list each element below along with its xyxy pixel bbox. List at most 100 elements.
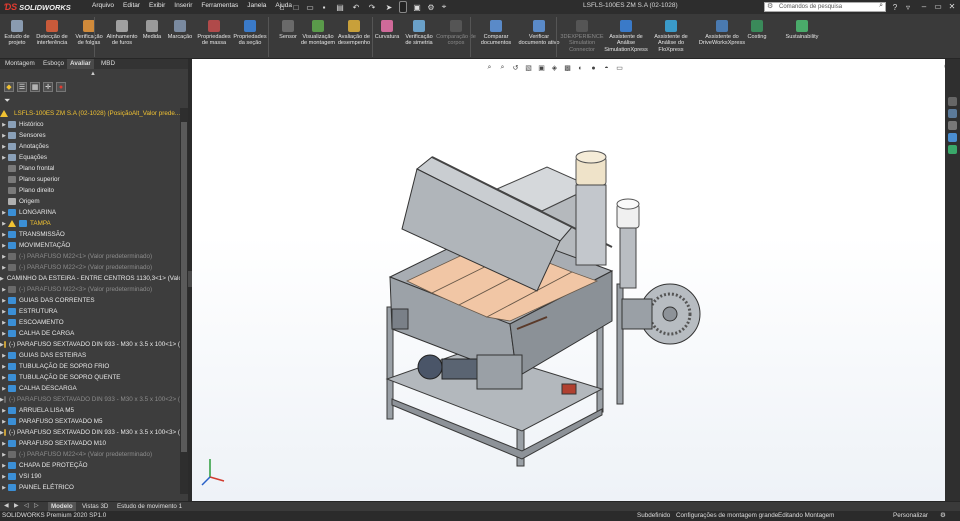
options-gear-icon[interactable]: ⚙ <box>425 1 437 13</box>
command-button-11[interactable]: Curvatura <box>372 20 402 40</box>
new-document-icon[interactable]: □ <box>290 1 302 13</box>
expand-arrow-icon[interactable]: ▶ <box>0 298 8 304</box>
task-pane-appearance-icon[interactable] <box>948 145 957 154</box>
command-button-20[interactable]: Costing <box>742 20 772 40</box>
command-button-1[interactable]: Detecção de interferência <box>32 20 72 47</box>
tree-row[interactable]: ▶ PARAFUSO SEXTAVADO M5 <box>0 416 180 427</box>
task-pane-library-icon[interactable] <box>948 121 957 130</box>
task-pane-home-icon[interactable] <box>948 97 957 106</box>
display-manager-tab-icon[interactable]: ● <box>56 82 66 92</box>
expand-arrow-icon[interactable]: ▶ <box>0 221 8 227</box>
expand-arrow-icon[interactable]: ▶ <box>0 474 8 480</box>
tree-row[interactable]: ▶ TUBULAÇÃO DE SOPRO FRIO <box>0 361 180 372</box>
view-orientation-icon[interactable]: ◈ <box>550 64 559 73</box>
tree-row[interactable]: ▶ (-) PARAFUSO M22<4> (Valor predetermina… <box>0 449 180 460</box>
expand-arrow-icon[interactable]: ▶ <box>0 144 8 150</box>
menu-janela[interactable]: Janela <box>247 2 266 12</box>
expand-arrow-icon[interactable]: ▶ <box>0 364 8 370</box>
previous-view-icon[interactable]: ↺ <box>511 64 520 73</box>
expand-arrow-icon[interactable]: ▶ <box>0 155 8 161</box>
expand-arrow-icon[interactable]: ▶ <box>0 232 8 238</box>
expand-arrow-icon[interactable]: ▶ <box>0 441 8 447</box>
tab-estudo-movimento[interactable]: Estudo de movimento 1 <box>114 502 185 511</box>
tab-modelo[interactable]: Modelo <box>48 502 76 511</box>
file-properties-icon[interactable]: ▣ <box>411 1 423 13</box>
expand-arrow-icon[interactable]: ▶ <box>0 353 8 359</box>
command-button-10[interactable]: Avaliação de desempenho <box>336 20 372 47</box>
user-icon[interactable]: ▿ <box>902 1 914 13</box>
print-icon[interactable]: ▤ <box>334 1 346 13</box>
command-button-8[interactable]: Sensor <box>276 20 300 40</box>
tree-row[interactable]: ▶ (-) PARAFUSO M22<2> (Valor predetermina… <box>0 262 180 273</box>
tree-row[interactable]: ▶ TUBULAÇÃO DE SOPRO QUENTE <box>0 372 180 383</box>
tree-row[interactable]: ▶ ARRUELA LISA M5 <box>0 405 180 416</box>
expand-arrow-icon[interactable]: ▶ <box>0 419 8 425</box>
tree-row[interactable]: ▶ TAMPA <box>0 218 180 229</box>
view-settings-icon[interactable]: ▭ <box>615 64 624 73</box>
tab-vistas-3d[interactable]: Vistas 3D <box>79 502 111 511</box>
tree-row[interactable]: ▶ PARAFUSO SEXTAVADO M10 <box>0 438 180 449</box>
command-button-16[interactable]: 3DEXPERIENCE Simulation Connector <box>560 20 604 53</box>
command-button-9[interactable]: Visualização de montagem <box>300 20 336 47</box>
task-pane-resources-icon[interactable] <box>948 109 957 118</box>
tree-row[interactable]: ▶ Anotações <box>0 141 180 152</box>
command-button-14[interactable]: Comparar documentos <box>476 20 516 47</box>
menu-editar[interactable]: Editar <box>123 2 140 12</box>
command-button-0[interactable]: Estudo de projeto <box>0 20 34 47</box>
command-search-input[interactable]: ⚙ Comandos de pesquisa ⌕ <box>764 2 886 12</box>
property-manager-tab-icon[interactable]: ☰ <box>17 82 27 92</box>
section-view-icon[interactable]: ▧ <box>524 64 533 73</box>
tree-row[interactable]: ▶ VSI 190 <box>0 471 180 482</box>
tree-row[interactable]: Origem <box>0 196 180 207</box>
tree-row[interactable]: ▶ MOVIMENTAÇÃO <box>0 240 180 251</box>
zoom-area-icon[interactable]: ⌕ <box>498 64 507 73</box>
rebuild-traffic-light-icon[interactable] <box>397 1 409 13</box>
tree-row[interactable]: ▶ CALHA DESCARGA <box>0 383 180 394</box>
feature-manager-tab-icon[interactable]: ◆ <box>4 82 14 92</box>
tab-avaliar[interactable]: Avaliar <box>67 59 94 69</box>
tree-row[interactable]: ▶ CHAPA DE PROTEÇÃO <box>0 460 180 471</box>
expand-arrow-icon[interactable]: ▶ <box>0 133 8 139</box>
expand-arrow-icon[interactable]: ▶ <box>0 408 8 414</box>
tab-montagem[interactable]: Montagem <box>2 59 38 69</box>
tree-row[interactable]: ▶ GUIAS DAS CORRENTES <box>0 295 180 306</box>
filter-icon[interactable]: ⏷ <box>4 96 10 106</box>
hide-show-items-icon[interactable]: ◐ <box>576 64 585 73</box>
help-question-icon[interactable]: ? <box>889 1 901 13</box>
scrollbar-thumb[interactable] <box>181 122 187 452</box>
tree-row[interactable]: Plano frontal <box>0 163 180 174</box>
command-button-7[interactable]: Propriedades da seção <box>232 20 268 47</box>
configuration-manager-tab-icon[interactable]: ▦ <box>30 82 40 92</box>
display-style-icon[interactable]: ▩ <box>563 64 572 73</box>
menu-exibir[interactable]: Exibir <box>149 2 165 12</box>
tree-row[interactable]: ▶ (-) PARAFUSO SEXTAVADO DIN 933 - M30 x … <box>0 394 180 405</box>
expand-arrow-icon[interactable]: ▶ <box>0 309 8 315</box>
command-button-12[interactable]: Verificação de simetria <box>402 20 436 47</box>
pin-icon[interactable]: ⌖ <box>438 1 450 13</box>
panel-collapse-icon[interactable]: ▲ <box>90 71 96 77</box>
command-button-18[interactable]: Assistente de Análise do FloXpress <box>648 20 694 53</box>
tree-row[interactable]: ▶ CAMINHO DA ESTEIRA - ENTRE CENTROS 1130… <box>0 273 180 284</box>
edit-appearance-icon[interactable]: ● <box>589 64 598 73</box>
expand-arrow-icon[interactable]: ▶ <box>0 243 8 249</box>
command-button-6[interactable]: Propriedades de massa <box>196 20 232 47</box>
undo-icon[interactable]: ↶ <box>350 1 362 13</box>
solidworks-logo[interactable]: ƊS SOLIDWORKS <box>4 1 71 13</box>
tree-row[interactable]: ▶ Histórico <box>0 119 180 130</box>
menu-arquivo[interactable]: Arquivo <box>92 2 114 12</box>
expand-arrow-icon[interactable]: ▶ <box>0 210 8 216</box>
home-icon[interactable]: ⌂ <box>276 1 288 13</box>
expand-arrow-icon[interactable]: ▶ <box>0 287 8 293</box>
expand-arrow-icon[interactable]: ▶ <box>0 320 8 326</box>
expand-arrow-icon[interactable]: ▶ <box>0 122 8 128</box>
menu-inserir[interactable]: Inserir <box>174 2 192 12</box>
command-button-21[interactable]: Sustainability <box>780 20 824 40</box>
expand-arrow-icon[interactable]: ▶ <box>0 485 8 491</box>
expand-arrow-icon[interactable]: ▶ <box>0 331 8 337</box>
expand-arrow-icon[interactable]: ▶ <box>0 254 8 260</box>
tree-row[interactable]: ▶ LONGARINA <box>0 207 180 218</box>
minimize-icon[interactable]: – <box>918 1 930 13</box>
apply-scene-icon[interactable]: ◓ <box>602 64 611 73</box>
tree-row[interactable]: ▶ PAINEL ELÉTRICO <box>0 482 180 493</box>
expand-arrow-icon[interactable]: ▶ <box>0 265 8 271</box>
